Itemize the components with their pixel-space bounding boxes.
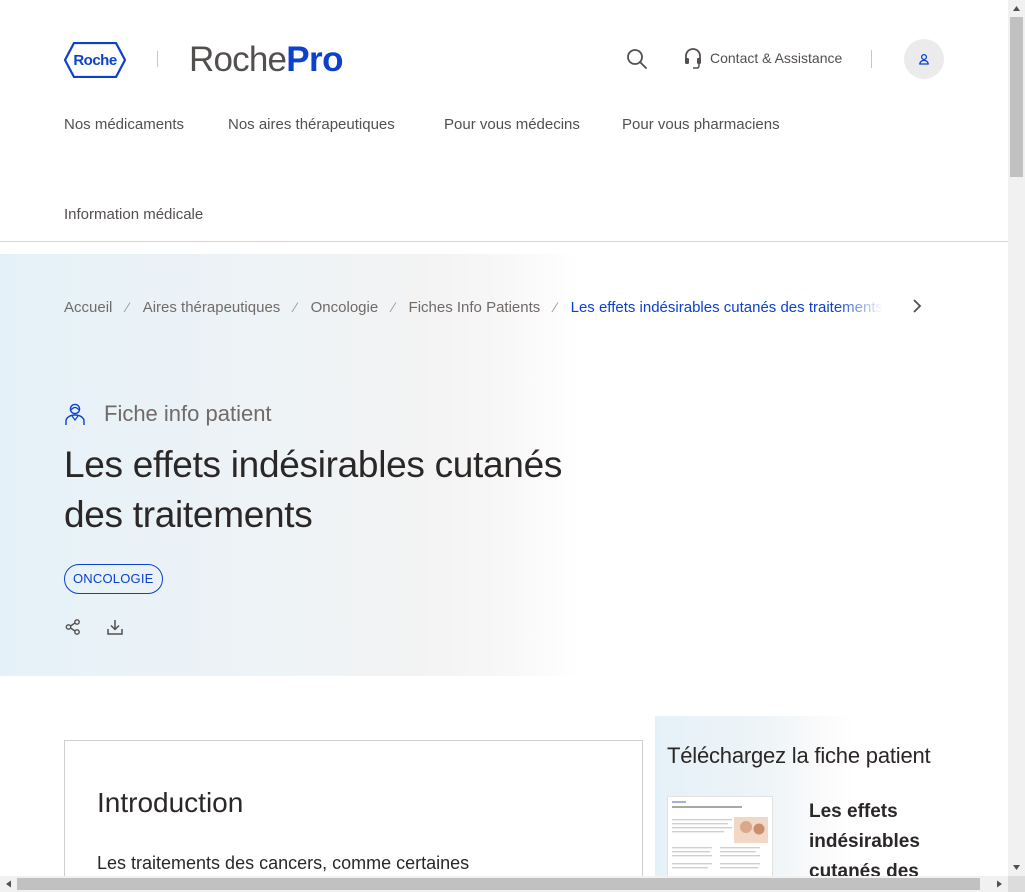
breadcrumb-current: Les effets indésirables cutanés des trai… [570, 298, 883, 316]
scroll-up-icon[interactable] [1008, 0, 1025, 17]
scroll-down-icon[interactable] [1008, 859, 1025, 876]
user-account-button[interactable] [904, 39, 944, 79]
breadcrumb-separator: ⁄ [392, 299, 395, 315]
horizontal-scrollbar[interactable] [0, 876, 1008, 892]
breadcrumb: Accueil ⁄ Aires thérapeutiques ⁄ Oncolog… [64, 297, 924, 317]
breadcrumb-separator: ⁄ [554, 299, 557, 315]
brand-prefix: Roche [189, 40, 287, 79]
nav-item-pharmaciens[interactable]: Pour vous pharmaciens [622, 116, 780, 133]
scroll-left-icon[interactable] [0, 876, 17, 892]
patient-icon [65, 403, 85, 425]
logo-divider [157, 51, 158, 67]
page-title: Les effets indésirables cutanés des trai… [64, 444, 563, 535]
document-preview-icon [668, 797, 772, 876]
breadcrumb-separator: ⁄ [294, 299, 297, 315]
user-icon [919, 53, 929, 65]
download-document-link[interactable]: Les effets indésirables cutanés des trai… [809, 797, 959, 876]
page: Roche RochePro Contact & Assistance Nos … [0, 0, 1008, 876]
breadcrumb-accueil[interactable]: Accueil [64, 299, 112, 316]
introduction-text: Les traitements des cancers, comme certa… [97, 853, 470, 873]
breadcrumb-oncologie[interactable]: Oncologie [311, 299, 379, 316]
document-thumbnail[interactable] [667, 796, 773, 876]
scroll-right-icon[interactable] [991, 876, 1008, 892]
introduction-title: Introduction [97, 787, 244, 818]
scrollbar-corner [1008, 876, 1025, 892]
breadcrumb-fiches-info-patients[interactable]: Fiches Info Patients [409, 299, 541, 316]
nav-item-medicaments[interactable]: Nos médicaments [64, 116, 184, 133]
nav-item-aires-therapeutiques[interactable]: Nos aires thérapeutiques [228, 116, 395, 133]
nav-item-information-medicale[interactable]: Information médicale [64, 206, 203, 223]
nav-divider [0, 241, 1008, 242]
download-icon[interactable] [106, 618, 124, 636]
horizontal-scroll-thumb[interactable] [17, 878, 980, 890]
download-title: Téléchargez la fiche patient [667, 743, 931, 768]
vertical-scrollbar[interactable] [1008, 0, 1025, 876]
svg-text:Roche: Roche [73, 52, 117, 69]
breadcrumb-aires-therapeutiques[interactable]: Aires thérapeutiques [143, 299, 281, 316]
brand-suffix: Pro [286, 40, 344, 79]
introduction-card: Introduction Les traitements des cancers… [64, 740, 643, 876]
contact-assistance-link[interactable]: Contact & Assistance [684, 47, 842, 69]
headset-icon [685, 48, 701, 69]
contact-label: Contact & Assistance [710, 50, 843, 66]
download-panel: Téléchargez la fiche patient Les effets … [655, 716, 1008, 876]
share-icon[interactable] [64, 618, 82, 636]
search-icon[interactable] [625, 47, 649, 71]
breadcrumb-separator: ⁄ [126, 299, 129, 315]
tag-oncologie[interactable]: ONCOLOGIE [64, 564, 163, 594]
chevron-right-icon[interactable] [910, 297, 924, 315]
nav-item-medecins[interactable]: Pour vous médecins [444, 116, 580, 133]
roche-logo-icon[interactable]: Roche [64, 42, 126, 78]
vertical-scroll-thumb[interactable] [1010, 17, 1023, 177]
content-type-label: Fiche info patient [104, 401, 272, 426]
brand-name[interactable]: RochePro [189, 39, 344, 81]
header-divider [871, 50, 872, 68]
